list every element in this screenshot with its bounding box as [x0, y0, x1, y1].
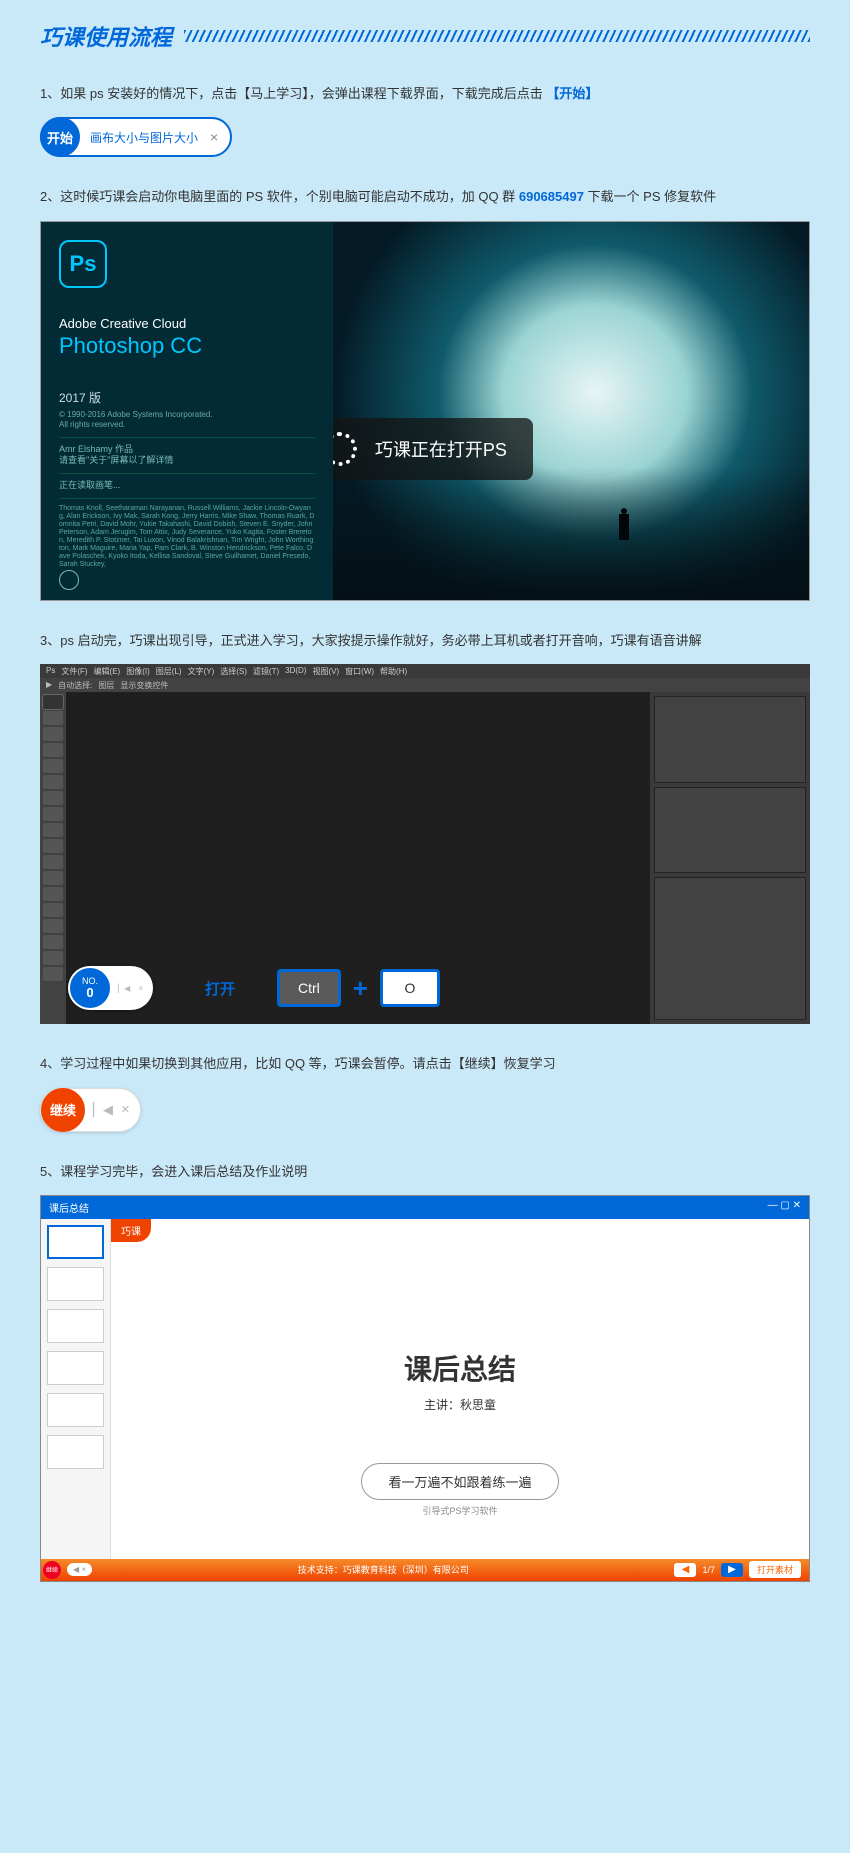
tech-support: 技术支持：巧课教育科技（深圳）有限公司 — [298, 1563, 469, 1576]
thumb[interactable] — [47, 1225, 104, 1259]
window-controls[interactable]: — ▢ ✕ — [768, 1200, 801, 1215]
photoshop-cc: Photoshop CC — [59, 333, 315, 359]
prev-icon[interactable]: ▏◀ — [85, 1102, 121, 1118]
thumb[interactable] — [47, 1267, 104, 1301]
lesson-name: 画布大小与图片大小 — [80, 129, 206, 146]
step5-text: 5、课程学习完毕，会进入课后总结及作业说明 — [40, 1160, 810, 1183]
close-icon[interactable]: × — [206, 129, 222, 145]
qq-link[interactable]: 690685497 — [519, 189, 584, 204]
ps-panels[interactable] — [650, 692, 810, 1024]
window-title: 课后总结 — [49, 1200, 89, 1215]
window-titlebar[interactable]: 课后总结 — ▢ ✕ — [41, 1196, 809, 1219]
silhouette — [619, 514, 629, 540]
o-key: O — [380, 969, 440, 1007]
page-title: 巧课使用流程 — [40, 20, 172, 52]
page-indicator: 1/7 — [702, 1565, 715, 1575]
ps-version: 2017 版 — [59, 389, 315, 406]
next-button[interactable]: ▶ — [721, 1563, 743, 1577]
summary-main: 巧课 课后总结 主讲：秋思童 看一万遍不如跟着练一遍 引导式PS学习软件 — [111, 1219, 809, 1559]
opening-overlay: 巧课正在打开PS — [333, 418, 533, 480]
splash-credits: Thomas Knoll, Seetharaman Narayanan, Rus… — [59, 505, 315, 569]
step-pill[interactable]: NO.0 ▏◀ × — [68, 966, 153, 1010]
open-material-button[interactable]: 打开素材 — [749, 1561, 801, 1578]
status-bar: 继续 ◀ × 技术支持：巧课教育科技（深圳）有限公司 ◀ 1/7 ▶ 打开素材 — [41, 1559, 809, 1581]
splash-about: 请查看"关于"屏幕以了解详情 — [59, 455, 315, 467]
adobe-cloud: Adobe Creative Cloud — [59, 316, 315, 331]
ps-window: Ps文件(F)编辑(E)图像(I)图层(L)文字(Y)选择(S)滤镜(T)3D(… — [40, 664, 810, 1024]
continue-button[interactable]: 继续 — [41, 1088, 85, 1132]
ps-splash: Ps Adobe Creative Cloud Photoshop CC 201… — [40, 221, 810, 601]
thumb[interactable] — [47, 1351, 104, 1385]
cc-icon — [59, 570, 79, 590]
close-icon[interactable]: × — [121, 1101, 130, 1118]
ctrl-key: Ctrl — [277, 969, 341, 1007]
close-icon[interactable]: × — [138, 984, 143, 993]
step-number: NO.0 — [70, 968, 110, 1008]
ps-option-bar[interactable]: ▶自动选择:图层显示变换控件 — [40, 678, 810, 692]
status-pill[interactable]: ◀ × — [67, 1563, 92, 1576]
ps-toolbox[interactable] — [40, 692, 66, 1024]
copyright: © 1990-2016 Adobe Systems Incorporated.A… — [59, 410, 315, 431]
splash-author: Amr Elshamy 作品 — [59, 444, 315, 456]
ps-icon: Ps — [59, 240, 107, 288]
prev-button[interactable]: ◀ — [674, 1563, 696, 1577]
start-pill[interactable]: 开始 画布大小与图片大小 × — [40, 117, 232, 157]
step3-text: 3、ps 启动完，巧课出现引导，正式进入学习，大家按提示操作就好，务必带上耳机或… — [40, 629, 810, 652]
summary-window: 课后总结 — ▢ ✕ 巧课 课后总结 主讲：秋思童 看一万遍不如跟着练一遍 引导… — [40, 1195, 810, 1582]
qiaoke-logo: 巧课 — [111, 1219, 151, 1242]
summary-heading: 课后总结 — [111, 1348, 809, 1388]
summary-cta[interactable]: 看一万遍不如跟着练一遍 — [361, 1463, 558, 1500]
thumb[interactable] — [47, 1309, 104, 1343]
summary-cta-sub: 引导式PS学习软件 — [111, 1504, 809, 1517]
slide-thumbs[interactable] — [41, 1219, 111, 1559]
step2-text: 2、这时候巧课会启动你电脑里面的 PS 软件，个别电脑可能启动不成功，加 QQ … — [40, 185, 810, 208]
thumb[interactable] — [47, 1393, 104, 1427]
step1-text: 1、如果 ps 安装好的情况下，点击【马上学习】，会弹出课程下载界面，下载完成后… — [40, 82, 810, 105]
splash-loading: 正在读取画笔... — [59, 480, 315, 492]
continue-pill[interactable]: 继续 ▏◀ × — [40, 1088, 141, 1132]
start-link[interactable]: 【开始】 — [546, 86, 598, 101]
start-button[interactable]: 开始 — [40, 117, 80, 157]
title-stripes — [184, 30, 810, 42]
thumb[interactable] — [47, 1435, 104, 1469]
prev-icon[interactable]: ▏◀ — [118, 984, 130, 993]
summary-lecturer: 主讲：秋思童 — [111, 1396, 809, 1413]
ps-menubar[interactable]: Ps文件(F)编辑(E)图像(I)图层(L)文字(Y)选择(S)滤镜(T)3D(… — [40, 664, 810, 678]
continue-badge[interactable]: 继续 — [43, 1561, 61, 1579]
open-label: 打开 — [205, 978, 235, 999]
spinner-icon — [333, 432, 357, 466]
plus-icon: + — [353, 973, 368, 1004]
step4-text: 4、学习过程中如果切换到其他应用，比如 QQ 等，巧课会暂停。请点击【继续】恢复… — [40, 1052, 810, 1075]
